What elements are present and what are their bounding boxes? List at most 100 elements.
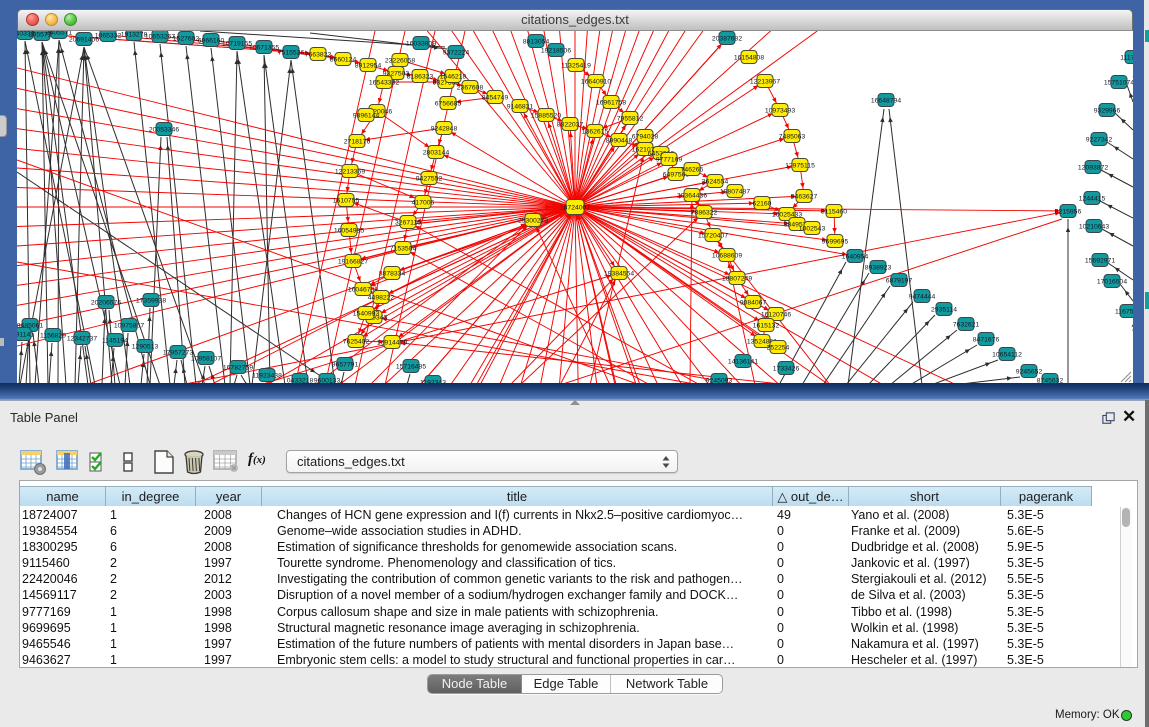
svg-text:1546218: 1546218	[440, 74, 467, 81]
svg-text:9474444: 9474444	[909, 294, 936, 301]
svg-text:20387682: 20387682	[712, 36, 742, 43]
svg-text:62160: 62160	[753, 201, 772, 208]
svg-text:3267110: 3267110	[395, 220, 421, 227]
svg-text:16054985: 16054985	[334, 228, 364, 235]
svg-text:9372224: 9372224	[443, 50, 470, 57]
svg-text:1117342: 1117342	[1120, 55, 1133, 62]
svg-text:8471676: 8471676	[973, 337, 1000, 344]
svg-text:2718176: 2718176	[344, 139, 371, 146]
svg-text:8912954: 8912954	[355, 63, 382, 70]
svg-text:7485063: 7485063	[779, 134, 806, 141]
svg-text:1615132: 1615132	[753, 323, 780, 330]
svg-text:7663822: 7663822	[305, 52, 332, 59]
svg-text:15720407: 15720407	[698, 233, 728, 240]
svg-text:7625402: 7625402	[343, 339, 370, 346]
svg-text:8813054: 8813054	[523, 39, 550, 46]
svg-text:16033809: 16033809	[406, 41, 436, 48]
svg-text:17016504: 17016504	[1097, 279, 1127, 286]
svg-text:15692971: 15692971	[1085, 258, 1115, 265]
svg-text:8938923: 8938923	[865, 265, 892, 272]
svg-text:391141: 391141	[17, 332, 34, 339]
svg-text:1913278: 1913278	[121, 32, 148, 39]
svg-text:23226058: 23226058	[385, 58, 415, 65]
svg-text:1290513: 1290513	[132, 344, 159, 351]
svg-text:1145194: 1145194	[102, 338, 128, 345]
svg-text:20364436: 20364436	[677, 193, 707, 200]
svg-text:19384554: 19384554	[604, 271, 634, 278]
svg-text:10958107: 10958107	[191, 356, 221, 363]
svg-text:12975115: 12975115	[785, 163, 815, 170]
svg-text:15885520: 15885520	[531, 113, 561, 120]
svg-text:18724007: 18724007	[560, 205, 590, 212]
svg-text:16640910: 16640910	[581, 79, 611, 86]
svg-text:2803144: 2803144	[423, 150, 450, 157]
svg-text:17957273: 17957273	[163, 350, 193, 357]
svg-text:2367608: 2367608	[457, 85, 484, 92]
svg-text:9146821: 9146821	[507, 104, 534, 111]
svg-text:9463627: 9463627	[791, 194, 818, 201]
svg-text:1156829: 1156829	[40, 333, 66, 340]
svg-text:8215956: 8215956	[1055, 209, 1082, 216]
svg-text:12093872: 12093872	[1078, 165, 1108, 172]
svg-text:4498222: 4498222	[368, 295, 395, 302]
svg-text:9427552: 9427552	[416, 176, 443, 183]
svg-text:9227342: 9227342	[1086, 137, 1113, 144]
svg-text:1540993: 1540993	[353, 311, 380, 318]
svg-text:16543382: 16543382	[369, 80, 399, 87]
svg-text:1362615: 1362615	[582, 129, 609, 136]
svg-text:10654112: 10654112	[992, 352, 1022, 359]
svg-text:10719155: 10719155	[222, 41, 252, 48]
svg-text:9896144: 9896144	[353, 113, 380, 120]
svg-text:1640954: 1640954	[842, 254, 869, 261]
svg-text:10975867: 10975867	[114, 323, 144, 330]
svg-text:7955812: 7955812	[617, 116, 644, 123]
svg-text:10210643: 10210643	[1079, 224, 1109, 231]
svg-text:25300273: 25300273	[518, 218, 548, 225]
svg-text:16961758: 16961758	[596, 100, 626, 107]
svg-text:16154808: 16154808	[734, 55, 764, 62]
svg-text:9115460: 9115460	[821, 209, 847, 216]
svg-text:2935114: 2935114	[931, 307, 957, 314]
svg-text:10688609: 10688609	[712, 253, 742, 260]
svg-text:6756685: 6756685	[435, 101, 462, 108]
svg-text:17359938: 17359938	[136, 298, 166, 305]
svg-text:1167535: 1167535	[1115, 309, 1133, 316]
svg-text:8878334: 8878334	[379, 271, 406, 278]
svg-text:1733426: 1733426	[773, 366, 800, 373]
svg-text:12342737: 12342737	[67, 336, 97, 343]
svg-text:6879197: 6879197	[886, 278, 913, 285]
svg-text:417006: 417006	[412, 200, 435, 207]
svg-text:16914479: 16914479	[377, 340, 407, 347]
svg-text:9245652: 9245652	[1016, 369, 1043, 376]
svg-text:16782759: 16782759	[223, 365, 253, 372]
svg-text:9657791: 9657791	[332, 362, 359, 369]
svg-text:18807249: 18807249	[722, 276, 752, 283]
svg-text:1002543: 1002543	[799, 226, 826, 233]
svg-text:7886322: 7886322	[691, 210, 718, 217]
svg-text:9084067: 9084067	[740, 300, 767, 307]
svg-text:3624554: 3624554	[702, 179, 729, 186]
svg-text:12213369: 12213369	[335, 169, 365, 176]
svg-text:10671355: 10671355	[249, 45, 279, 52]
svg-text:1610755: 1610755	[333, 198, 360, 205]
svg-text:10653267: 10653267	[145, 34, 175, 41]
svg-text:9329966: 9329966	[1094, 108, 1121, 115]
svg-text:20053346: 20053346	[149, 127, 179, 134]
svg-text:10973493: 10973493	[765, 108, 795, 115]
svg-text:9777169: 9777169	[656, 157, 683, 164]
svg-text:10807487: 10807487	[720, 189, 750, 196]
svg-text:746266: 746266	[681, 167, 704, 174]
svg-text:16120746: 16120746	[761, 312, 791, 319]
svg-text:1527602: 1527602	[173, 36, 200, 43]
svg-text:6966160: 6966160	[198, 38, 225, 45]
svg-text:8990448: 8990448	[606, 138, 633, 145]
svg-text:7515526: 7515526	[278, 50, 305, 57]
svg-text:8186323: 8186323	[407, 74, 434, 81]
svg-text:11325419: 11325419	[561, 63, 591, 70]
svg-text:20206576: 20206576	[91, 300, 121, 307]
svg-text:9699695: 9699695	[822, 239, 849, 246]
svg-text:15751074: 15751074	[1104, 80, 1133, 87]
svg-text:252254: 252254	[767, 345, 790, 352]
svg-text:15716485: 15716485	[396, 364, 426, 371]
svg-text:9242848: 9242848	[431, 126, 458, 133]
